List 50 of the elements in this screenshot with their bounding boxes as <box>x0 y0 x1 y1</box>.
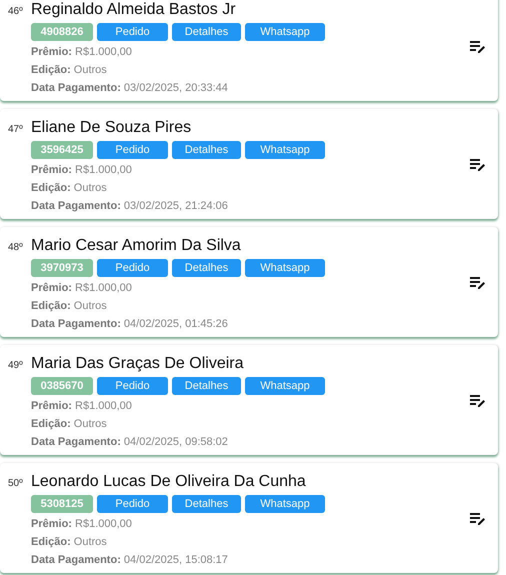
ticket-code: 3596425 <box>31 141 93 159</box>
order-button[interactable]: Pedido <box>97 377 168 395</box>
detail-line: Data Pagamento: 04/02/2025, 09:58:02 <box>31 435 229 450</box>
details-button[interactable]: Detalhes <box>172 377 241 395</box>
edit-list-icon[interactable] <box>470 395 486 408</box>
details-button[interactable]: Detalhes <box>172 259 241 277</box>
winner-name: Mario Cesar Amorim Da Silva <box>31 236 242 256</box>
detail-line: Data Pagamento: 04/02/2025, 15:08:17 <box>31 553 229 568</box>
whatsapp-button[interactable]: Whatsapp <box>245 495 325 513</box>
rank-number: 50º <box>8 477 24 491</box>
edit-list-icon[interactable] <box>470 277 486 290</box>
whatsapp-button[interactable]: Whatsapp <box>245 23 325 41</box>
detail-line: Prêmio: R$1.000,00 <box>31 281 133 296</box>
detail-line: Edição: Outros <box>31 181 108 196</box>
edit-list-icon[interactable] <box>470 41 486 54</box>
order-button[interactable]: Pedido <box>97 259 168 277</box>
detail-line: Prêmio: R$1.000,00 <box>31 399 133 414</box>
ticket-code: 0385670 <box>31 377 93 395</box>
detail-line: Prêmio: R$1.000,00 <box>31 163 133 178</box>
whatsapp-button[interactable]: Whatsapp <box>245 377 325 395</box>
detail-line: Edição: Outros <box>31 417 108 432</box>
edit-list-icon[interactable] <box>470 159 486 172</box>
ticket-code: 5308125 <box>31 495 93 513</box>
order-button[interactable]: Pedido <box>97 23 168 41</box>
detail-line: Prêmio: R$1.000,00 <box>31 45 133 60</box>
details-button[interactable]: Detalhes <box>172 495 241 513</box>
ticket-code: 4908826 <box>31 23 93 41</box>
order-button[interactable]: Pedido <box>97 141 168 159</box>
detail-line: Edição: Outros <box>31 299 108 314</box>
detail-line: Edição: Outros <box>31 63 108 78</box>
winner-name: Eliane De Souza Pires <box>31 118 192 138</box>
rank-number: 48º <box>8 241 24 255</box>
edit-list-icon[interactable] <box>470 513 486 526</box>
detail-line: Data Pagamento: 04/02/2025, 01:45:26 <box>31 317 229 332</box>
winner-name: Maria Das Graças De Oliveira <box>31 354 244 374</box>
order-button[interactable]: Pedido <box>97 495 168 513</box>
details-button[interactable]: Detalhes <box>172 141 241 159</box>
detail-line: Edição: Outros <box>31 535 108 550</box>
ticket-code: 3970973 <box>31 259 93 277</box>
rank-number: 49º <box>8 359 24 373</box>
whatsapp-button[interactable]: Whatsapp <box>245 141 325 159</box>
detail-line: Data Pagamento: 03/02/2025, 20:33:44 <box>31 81 229 96</box>
detail-line: Data Pagamento: 03/02/2025, 21:24:06 <box>31 199 229 214</box>
winner-name: Leonardo Lucas De Oliveira Da Cunha <box>31 472 307 492</box>
detail-line: Prêmio: R$1.000,00 <box>31 517 133 532</box>
details-button[interactable]: Detalhes <box>172 23 241 41</box>
whatsapp-button[interactable]: Whatsapp <box>245 259 325 277</box>
winner-name: Reginaldo Almeida Bastos Jr <box>31 0 237 20</box>
rank-number: 47º <box>8 123 24 137</box>
rank-number: 46º <box>8 5 24 19</box>
